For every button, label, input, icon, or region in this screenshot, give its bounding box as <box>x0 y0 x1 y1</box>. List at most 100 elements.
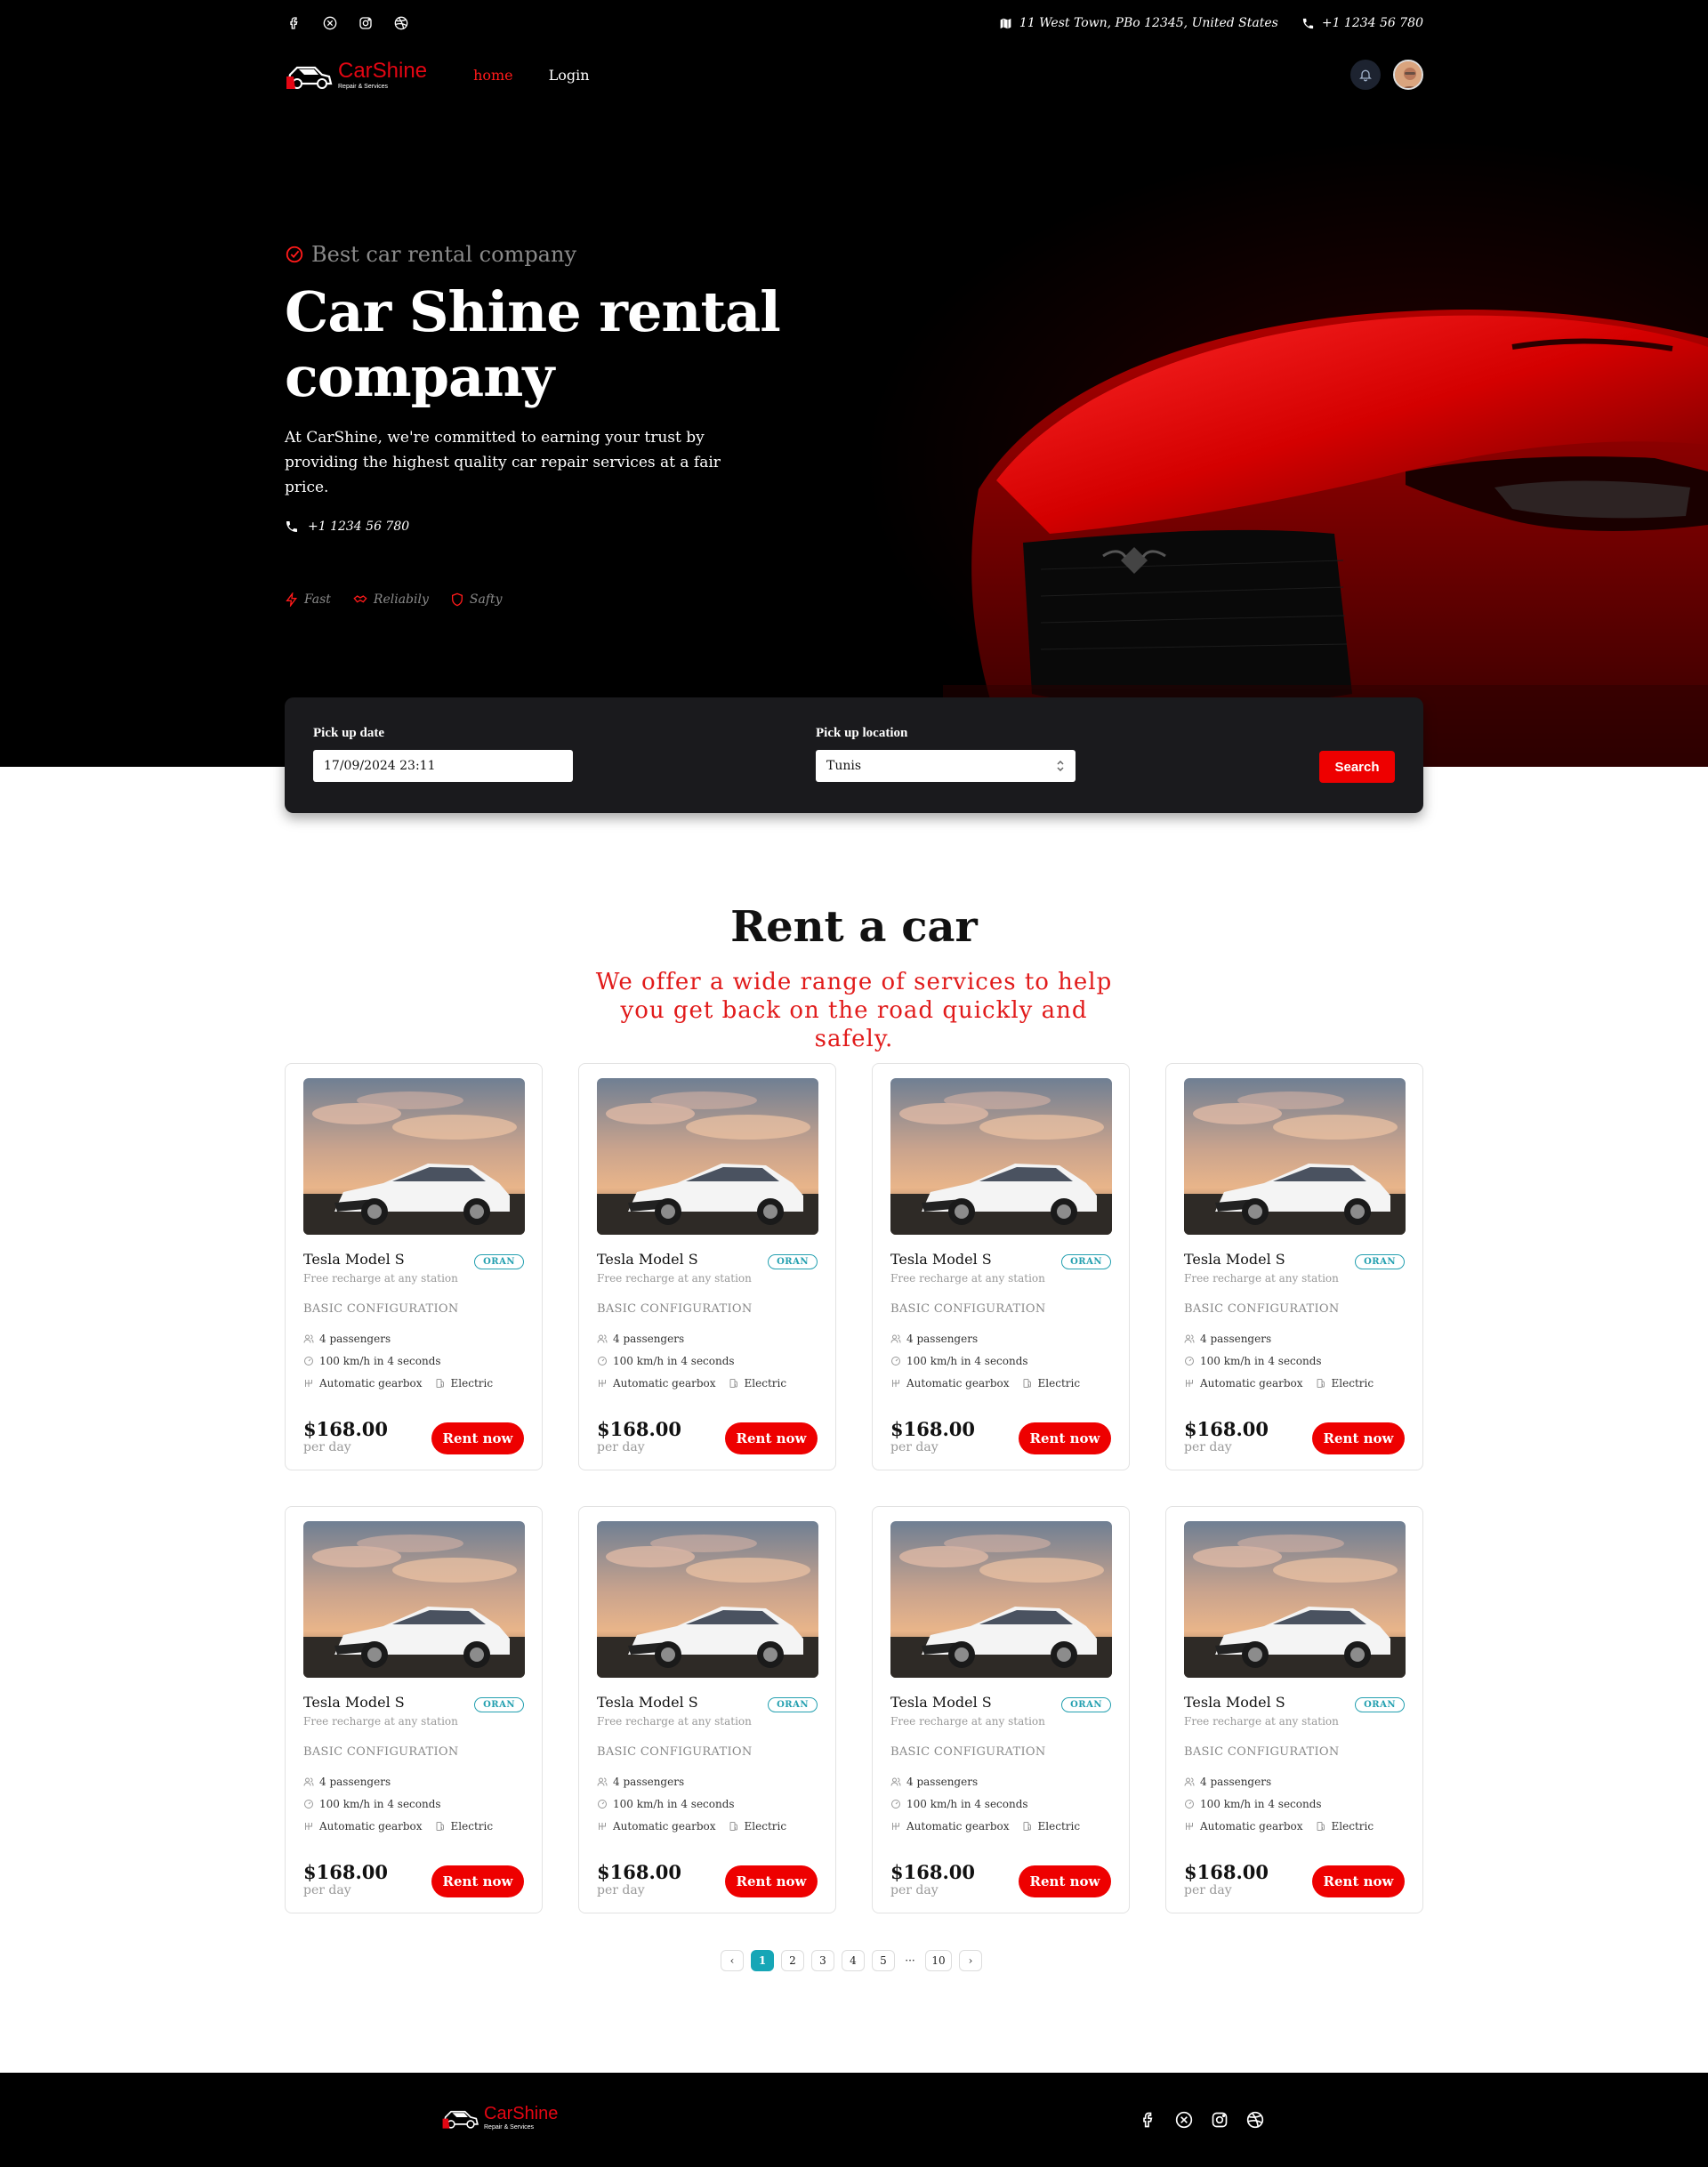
facebook-icon[interactable] <box>1139 2110 1158 2130</box>
users-icon <box>303 1334 314 1343</box>
main-navbar: CarShine Repair & Services home Login <box>285 53 1423 96</box>
rent-now-button[interactable]: Rent now <box>725 1422 818 1454</box>
hero-phone[interactable]: +1 1234 56 780 <box>285 520 996 534</box>
user-avatar[interactable] <box>1393 60 1423 90</box>
car-card: Tesla Model S ORAN Free recharge at any … <box>1165 1063 1423 1470</box>
car-card: Tesla Model S ORAN Free recharge at any … <box>578 1063 836 1470</box>
page-1-button[interactable]: 1 <box>751 1950 774 1971</box>
page-4-button[interactable]: 4 <box>842 1950 865 1971</box>
next-page-button[interactable]: › <box>959 1950 982 1971</box>
instagram-icon[interactable] <box>1210 2110 1229 2130</box>
footer-logo-name: CarShine <box>484 2103 559 2123</box>
rent-now-button[interactable]: Rent now <box>1019 1865 1111 1897</box>
price-period: per day <box>597 1440 645 1454</box>
acceleration-text: 100 km/h in 4 seconds <box>613 1355 735 1367</box>
page-5-button[interactable]: 5 <box>872 1950 895 1971</box>
car-image[interactable] <box>890 1521 1112 1678</box>
rent-now-button[interactable]: Rent now <box>1312 1422 1405 1454</box>
fuel-icon <box>436 1379 444 1388</box>
passengers-text: 4 passengers <box>906 1776 979 1788</box>
price-period: per day <box>303 1883 351 1897</box>
rent-now-button[interactable]: Rent now <box>1312 1865 1405 1897</box>
pickup-date-field: Pick up date 17/09/2024 23:11 <box>313 726 573 782</box>
gearbox-icon <box>599 1823 606 1830</box>
pickup-location-select[interactable]: Tunis <box>816 750 1076 782</box>
rent-now-button[interactable]: Rent now <box>431 1422 524 1454</box>
footer-logo[interactable]: CarShine Repair & Services <box>441 2103 558 2131</box>
pickup-location-label: Pick up location <box>816 726 908 740</box>
hero-car-image <box>943 310 1708 767</box>
lightning-icon <box>286 592 297 607</box>
logo[interactable]: CarShine Repair & Services <box>285 57 427 93</box>
spec-acceleration: 100 km/h in 4 seconds <box>890 1798 1028 1810</box>
car-image[interactable] <box>303 1521 525 1678</box>
nav-login-link[interactable]: Login <box>549 67 590 84</box>
car-image[interactable] <box>303 1078 525 1235</box>
rent-now-button[interactable]: Rent now <box>725 1865 818 1897</box>
car-price: $168.00 <box>1184 1418 1269 1440</box>
page-2-button[interactable]: 2 <box>781 1950 804 1971</box>
acceleration-text: 100 km/h in 4 seconds <box>319 1798 441 1810</box>
page-3-button[interactable]: 3 <box>811 1950 834 1971</box>
section-title: Rent a car <box>730 902 978 952</box>
instagram-icon[interactable] <box>356 13 375 33</box>
car-image[interactable] <box>1184 1521 1406 1678</box>
spec-fuel: Electric <box>1316 1820 1374 1833</box>
fuel-icon <box>1317 1379 1325 1388</box>
car-image[interactable] <box>890 1078 1112 1235</box>
nav-home-link[interactable]: home <box>473 67 513 84</box>
car-price: $168.00 <box>597 1418 681 1440</box>
car-config: BASIC CONFIGURATION <box>597 1745 753 1759</box>
gearbox-icon <box>1186 1380 1193 1387</box>
users-icon <box>890 1777 901 1786</box>
dribbble-icon[interactable] <box>1245 2110 1265 2130</box>
car-card: Tesla Model S ORAN Free recharge at any … <box>872 1506 1130 1913</box>
social-links <box>285 13 411 33</box>
car-image[interactable] <box>597 1521 818 1678</box>
spec-transmission: Automatic gearbox Electric <box>890 1820 1080 1833</box>
price-period: per day <box>890 1883 939 1897</box>
facebook-icon[interactable] <box>285 13 304 33</box>
feature-list: Fast Reliabily Safty <box>285 592 996 607</box>
spec-passengers: 4 passengers <box>303 1776 391 1788</box>
fuel-icon <box>729 1822 737 1831</box>
car-image[interactable] <box>1184 1078 1406 1235</box>
passengers-text: 4 passengers <box>613 1333 685 1345</box>
spec-fuel: Electric <box>1022 1377 1081 1390</box>
spec-passengers: 4 passengers <box>1184 1333 1271 1345</box>
phone-item[interactable]: +1 1234 56 780 <box>1301 16 1423 30</box>
car-tagline: Free recharge at any station <box>303 1272 458 1285</box>
feature-label: Reliabily <box>373 592 429 607</box>
car-tagline: Free recharge at any station <box>1184 1715 1339 1728</box>
shield-icon <box>451 592 463 607</box>
car-image[interactable] <box>597 1078 818 1235</box>
spec-acceleration: 100 km/h in 4 seconds <box>303 1798 441 1810</box>
pickup-date-input[interactable]: 17/09/2024 23:11 <box>313 750 573 782</box>
notification-bell-icon[interactable] <box>1350 60 1381 90</box>
fuel-text: Electric <box>1037 1377 1081 1390</box>
car-name: Tesla Model S <box>1184 1251 1285 1268</box>
search-button[interactable]: Search <box>1319 751 1395 783</box>
dribbble-icon[interactable] <box>391 13 411 33</box>
car-tagline: Free recharge at any station <box>597 1715 752 1728</box>
feature-reliability: Reliabily <box>352 592 429 607</box>
spec-transmission: Automatic gearbox Electric <box>597 1820 786 1833</box>
gearbox-icon <box>305 1380 312 1387</box>
x-icon[interactable] <box>320 13 340 33</box>
fuel-icon <box>729 1379 737 1388</box>
fuel-text: Electric <box>744 1820 787 1833</box>
car-name: Tesla Model S <box>597 1694 698 1711</box>
spec-transmission: Automatic gearbox Electric <box>1184 1377 1374 1390</box>
speedometer-icon <box>891 1357 900 1365</box>
prev-page-button[interactable]: ‹ <box>721 1950 744 1971</box>
page-10-button[interactable]: 10 <box>925 1950 952 1971</box>
spec-fuel: Electric <box>729 1377 786 1390</box>
x-icon[interactable] <box>1174 2110 1194 2130</box>
car-price: $168.00 <box>890 1861 975 1883</box>
speedometer-icon <box>1185 1800 1194 1809</box>
spec-acceleration: 100 km/h in 4 seconds <box>1184 1355 1322 1367</box>
acceleration-text: 100 km/h in 4 seconds <box>906 1355 1028 1367</box>
car-badge: ORAN <box>1061 1697 1111 1712</box>
rent-now-button[interactable]: Rent now <box>431 1865 524 1897</box>
rent-now-button[interactable]: Rent now <box>1019 1422 1111 1454</box>
